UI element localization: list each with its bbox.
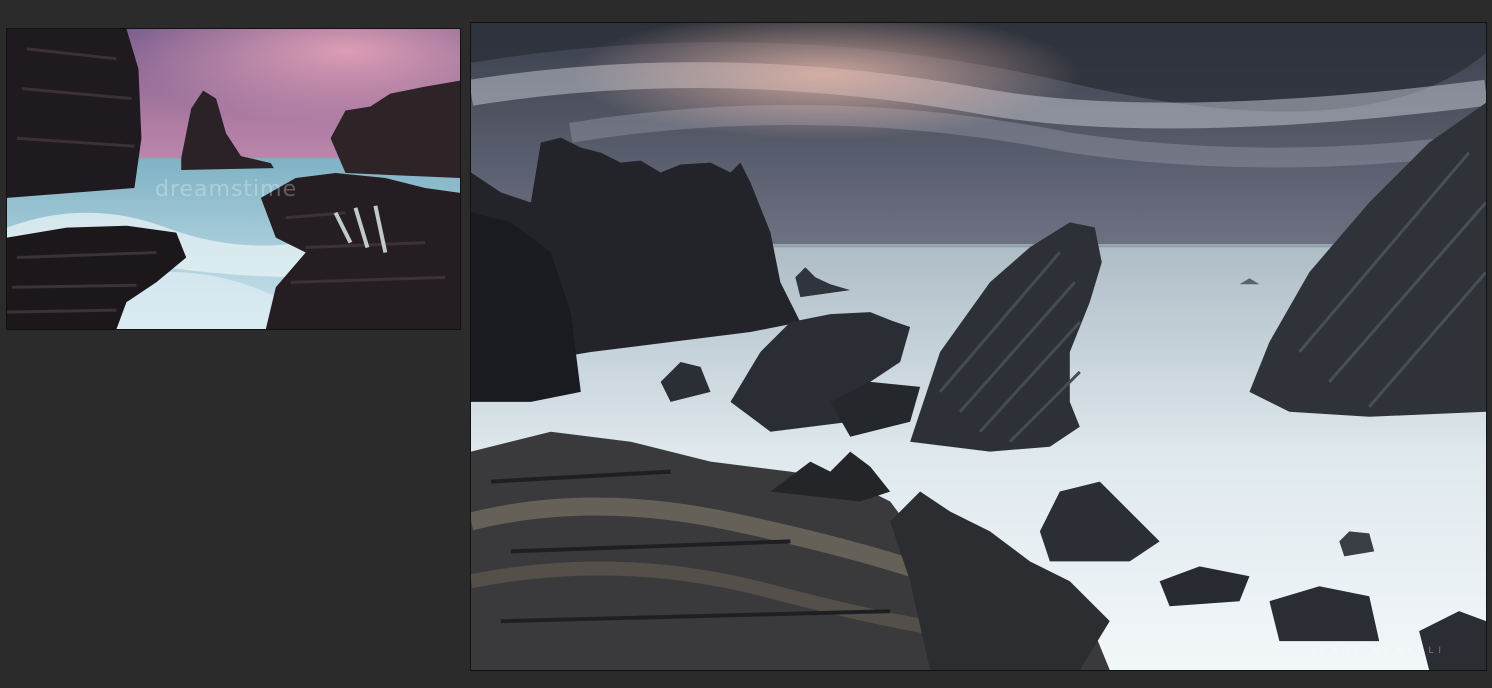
- image-comparison-canvas: dreamstime SERGE RAMELLI: [0, 0, 1492, 688]
- left-seascape-photo: dreamstime: [6, 28, 461, 330]
- right-seascape-photo: SERGE RAMELLI: [470, 22, 1487, 671]
- right-seascape-image: [471, 23, 1486, 670]
- left-seascape-image: [7, 29, 460, 329]
